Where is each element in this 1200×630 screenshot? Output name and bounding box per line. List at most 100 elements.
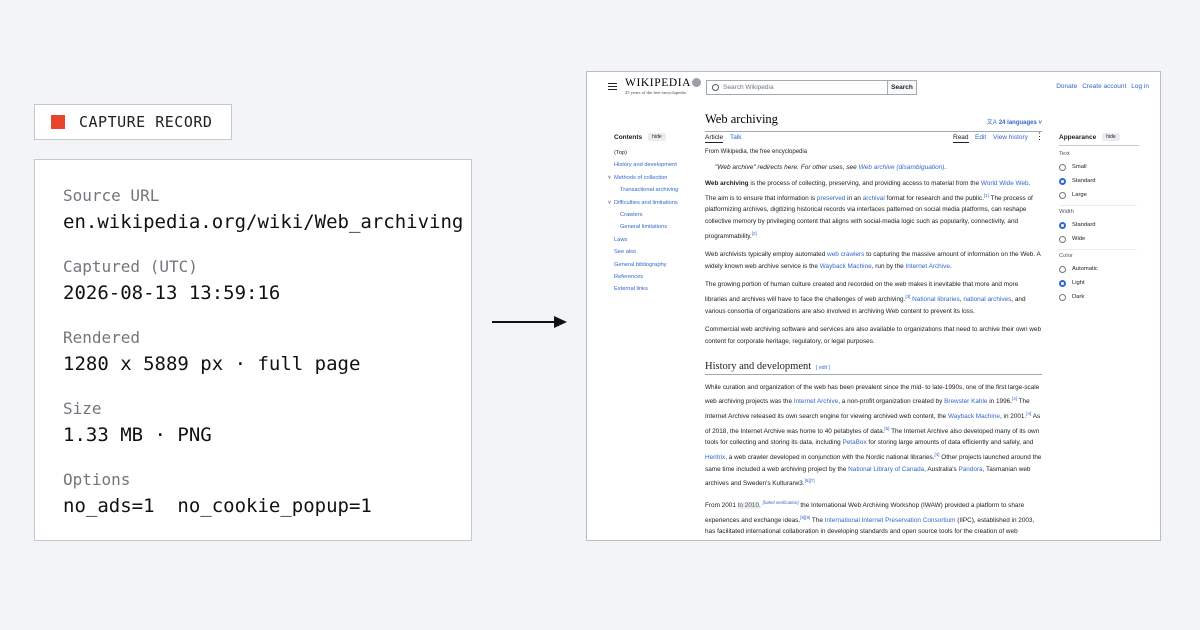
search-box[interactable] [706,80,888,95]
article-paragraph: The growing portion of human culture cre… [705,281,1026,315]
article-paragraph: Commercial web archiving software and se… [705,326,1042,345]
radio-label: Large [1072,192,1087,198]
appearance-hide-button[interactable]: hide [1102,133,1120,141]
meta-label: Rendered [63,328,141,347]
meta-value: 2026-08-13 13:59:16 [63,282,281,304]
radio-button-icon[interactable] [1059,293,1066,301]
search-input[interactable] [723,84,873,91]
toc-item[interactable]: See also [614,246,694,258]
radio-button-icon[interactable] [1059,235,1066,243]
toc-item-label: Transactional archiving [620,187,679,194]
toc-item[interactable]: Transactional archiving [614,184,694,196]
meta-label: Options [63,470,131,489]
toc-item[interactable]: External links [614,283,694,295]
color-label: Color [1059,253,1073,259]
translate-icon: 文A [986,120,997,126]
article-paragraph: From 2001 to 2010, [failed verification]… [705,499,1035,536]
toc-hide-button[interactable]: hide [648,133,666,141]
text-size-radio[interactable]: Large [1059,188,1139,202]
donate-link[interactable]: Donate [1056,83,1077,90]
radio-button-icon[interactable] [1059,265,1066,273]
toc-item[interactable]: History and development [614,159,694,171]
tab-view-history[interactable]: View history [993,134,1028,141]
color-radio[interactable]: Dark [1059,290,1139,304]
tab-article[interactable]: Article [705,134,724,143]
user-links: Donate Create account Log in [1056,83,1149,90]
meta-row-rendered: Rendered 1280 x 5889 px · full page [63,326,471,397]
toc-item-label: Difficulties and limitations [614,199,678,206]
toc-item[interactable]: General limitations [614,221,694,233]
arrow-right-icon [492,316,567,328]
toc-item-label: Laws [614,236,628,243]
radio-button-icon[interactable] [1059,191,1066,199]
text-size-radio[interactable]: Small [1059,160,1139,174]
radio-label: Light [1072,280,1085,286]
meta-row-source-url: Source URL en.wikipedia.org/wiki/Web_arc… [63,184,471,255]
table-of-contents: Contents hide (Top) History and developme… [608,133,694,296]
appearance-title: Appearance [1059,133,1097,141]
more-tools-icon[interactable]: ⋮ [1035,132,1044,141]
meta-value: no_ads=1 no_cookie_popup=1 [63,495,372,517]
article-content: Web archiving 文A 24 languages ˅ Article T… [705,112,1044,540]
color-options: Automatic Light Dark [1059,262,1139,304]
radio-label: Standard [1072,178,1096,184]
meta-label: Size [63,399,102,418]
log-in-link[interactable]: Log in [1131,83,1149,90]
capture-record-badge: CAPTURE RECORD [34,104,232,140]
text-size-radio[interactable]: Standard [1059,174,1139,188]
meta-value: 1280 x 5889 px · full page [63,353,361,375]
color-radio[interactable]: Automatic [1059,262,1139,276]
record-square-icon [51,115,65,129]
toc-item[interactable]: References [614,271,694,283]
puzzle-globe-icon [692,78,702,87]
logo-tagline: 25 years of the free encyclopedia [625,90,686,95]
meta-label: Captured (UTC) [63,257,198,276]
radio-label: Wide [1072,236,1086,242]
toc-item[interactable]: ˅ Methods of collection [608,172,694,184]
tab-edit[interactable]: Edit [975,134,986,141]
radio-button-icon[interactable] [1059,279,1066,287]
radio-button-icon[interactable] [1059,221,1066,229]
wikipedia-logo[interactable]: WIKIPEDIA 25 years of the free encyclope… [625,77,702,95]
badge-label: CAPTURE RECORD [79,113,213,131]
toc-item-label: See also [614,249,637,256]
toc-item-label: Methods of collection [614,174,668,181]
article-paragraph: Web archiving is the process of collecti… [705,180,1033,240]
language-label: 24 languages [998,120,1037,126]
article-paragraph: Web archivists typically employ automate… [705,251,1041,270]
tab-read[interactable]: Read [953,134,969,143]
toc-item-label: (Top) [614,150,627,156]
radio-button-icon[interactable] [1059,177,1066,185]
text-size-label: Text [1059,151,1070,157]
toc-item-label: References [614,274,644,281]
main-menu-icon[interactable] [608,83,617,90]
appearance-panel: Appearance hide Text Small Standard Large … [1059,133,1139,304]
toc-title: Contents [614,133,643,141]
color-radio[interactable]: Light [1059,276,1139,290]
tab-talk[interactable]: Talk [730,134,742,141]
radio-button-icon[interactable] [1059,163,1066,171]
toc-item[interactable]: (Top) [614,147,694,159]
toc-item[interactable]: ˅ Difficulties and limitations [608,197,694,209]
meta-label: Source URL [63,186,160,205]
width-radio[interactable]: Wide [1059,232,1139,246]
wiki-header: WIKIPEDIA 25 years of the free encyclope… [587,72,1160,104]
radio-label: Dark [1072,294,1085,300]
search-button[interactable]: Search [887,80,917,95]
meta-row-options: Options no_ads=1 no_cookie_popup=1 [63,468,471,539]
create-account-link[interactable]: Create account [1082,83,1126,90]
toc-item[interactable]: Laws [614,234,694,246]
width-radio[interactable]: Standard [1059,218,1139,232]
toc-item[interactable]: Crawlers [614,209,694,221]
section-edit-link[interactable]: [ edit ] [816,365,830,371]
meta-row-size: Size 1.33 MB · PNG [63,397,471,468]
language-button[interactable]: 文A 24 languages ˅ [987,117,1042,126]
hatnote-link[interactable]: Web archive (disambiguation) [859,164,945,171]
toc-item[interactable]: General bibliography [614,259,694,271]
toc-item-label: General limitations [620,224,668,231]
toc-item-label: History and development [614,162,677,169]
meta-value: en.wikipedia.org/wiki/Web_archiving [63,211,464,233]
page-screenshot: WIKIPEDIA 25 years of the free encyclope… [586,71,1161,541]
toc-item-label: External links [614,286,648,293]
meta-value: 1.33 MB · PNG [63,424,212,446]
